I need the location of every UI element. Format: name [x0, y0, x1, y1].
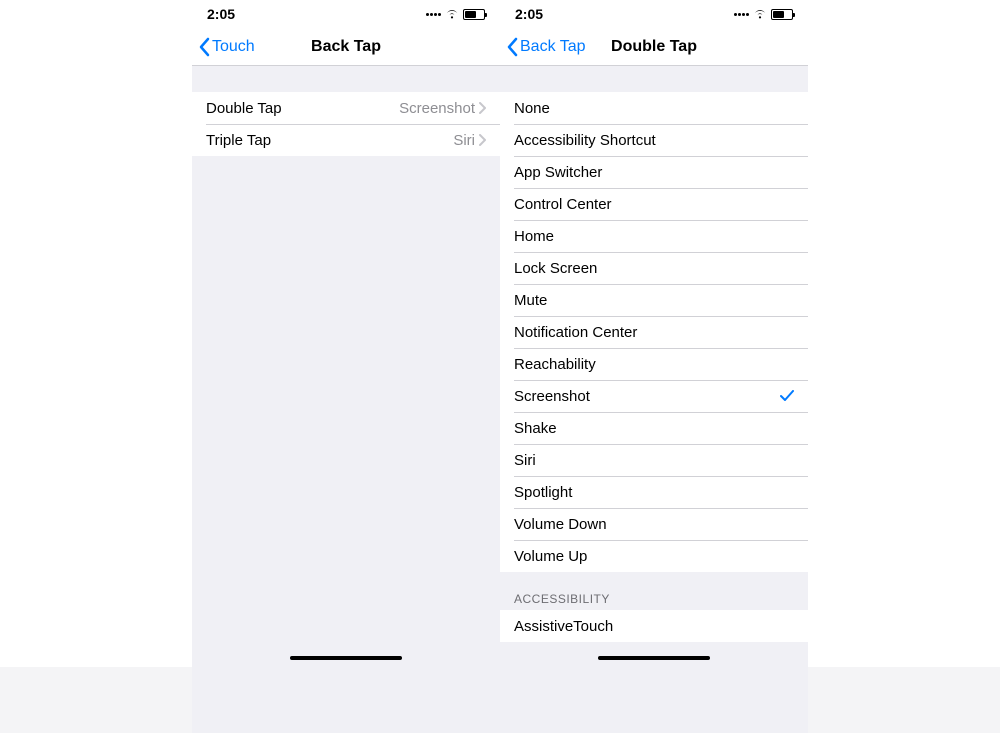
back-button[interactable]: Back Tap [506, 37, 586, 57]
option-row[interactable]: Screenshot [500, 380, 808, 412]
option-label: Reachability [514, 356, 596, 373]
option-row[interactable]: Mute [500, 284, 808, 316]
option-label: Siri [514, 452, 536, 469]
section-header-accessibility: ACCESSIBILITY [500, 572, 808, 610]
option-row[interactable]: Siri [500, 444, 808, 476]
back-label: Back Tap [520, 38, 586, 56]
battery-icon [771, 9, 793, 20]
row-label: Triple Tap [206, 132, 271, 149]
option-row[interactable]: Reachability [500, 348, 808, 380]
trailing-margin [808, 0, 1000, 667]
option-label: Lock Screen [514, 260, 597, 277]
chevron-right-icon [479, 102, 486, 114]
option-row[interactable]: App Switcher [500, 156, 808, 188]
content-left: Double Tap Screenshot Triple Tap Siri [192, 66, 500, 733]
accessibility-actions-group: AssistiveTouch [500, 610, 808, 642]
battery-icon [463, 9, 485, 20]
option-row[interactable]: None [500, 92, 808, 124]
home-indicator[interactable] [290, 656, 402, 660]
option-row[interactable]: Lock Screen [500, 252, 808, 284]
checkmark-icon [780, 390, 794, 402]
option-label: Mute [514, 292, 547, 309]
option-label: Control Center [514, 196, 612, 213]
system-actions-group: None Accessibility Shortcut App Switcher Co… [500, 92, 808, 572]
row-label: Double Tap [206, 100, 282, 117]
option-label: Screenshot [514, 388, 590, 405]
option-label: App Switcher [514, 164, 602, 181]
status-bar: 2:05 [192, 0, 500, 28]
option-row[interactable]: Shake [500, 412, 808, 444]
option-row[interactable]: Control Center [500, 188, 808, 220]
option-label: Notification Center [514, 324, 637, 341]
option-row[interactable]: Accessibility Shortcut [500, 124, 808, 156]
option-label: Spotlight [514, 484, 572, 501]
status-bar: 2:05 [500, 0, 808, 28]
status-time: 2:05 [515, 6, 543, 22]
row-value: Screenshot [399, 100, 475, 117]
option-label: Accessibility Shortcut [514, 132, 656, 149]
option-label: Shake [514, 420, 557, 437]
back-tap-group: Double Tap Screenshot Triple Tap Siri [192, 92, 500, 156]
content-right: None Accessibility Shortcut App Switcher Co… [500, 66, 808, 733]
option-row[interactable]: Volume Down [500, 508, 808, 540]
option-row[interactable]: Volume Up [500, 540, 808, 572]
wifi-icon [445, 9, 459, 19]
status-right [426, 9, 485, 20]
page-title: Double Tap [611, 38, 697, 56]
nav-bar: Touch Back Tap [192, 28, 500, 66]
option-row[interactable]: AssistiveTouch [500, 610, 808, 642]
status-right [734, 9, 793, 20]
option-label: Volume Up [514, 548, 587, 565]
nav-bar: Back Tap Double Tap [500, 28, 808, 66]
cellular-icon [426, 13, 441, 16]
phone-left: 2:05 Touch Back Tap Double Tap Screensho… [192, 0, 500, 667]
cellular-icon [734, 13, 749, 16]
back-label: Touch [212, 38, 255, 56]
option-label: Home [514, 228, 554, 245]
back-button[interactable]: Touch [198, 37, 255, 57]
option-label: Volume Down [514, 516, 607, 533]
option-row[interactable]: Notification Center [500, 316, 808, 348]
double-tap-row[interactable]: Double Tap Screenshot [192, 92, 500, 124]
phone-right: 2:05 Back Tap Double Tap None Accessibili… [500, 0, 808, 667]
page-title: Back Tap [311, 38, 381, 56]
row-value: Siri [453, 132, 475, 149]
option-label: AssistiveTouch [514, 618, 613, 635]
leading-margin [0, 0, 192, 667]
option-row[interactable]: Home [500, 220, 808, 252]
chevron-right-icon [479, 134, 486, 146]
status-time: 2:05 [207, 6, 235, 22]
triple-tap-row[interactable]: Triple Tap Siri [192, 124, 500, 156]
option-row[interactable]: Spotlight [500, 476, 808, 508]
wifi-icon [753, 9, 767, 19]
option-label: None [514, 100, 550, 117]
home-indicator[interactable] [598, 656, 710, 660]
